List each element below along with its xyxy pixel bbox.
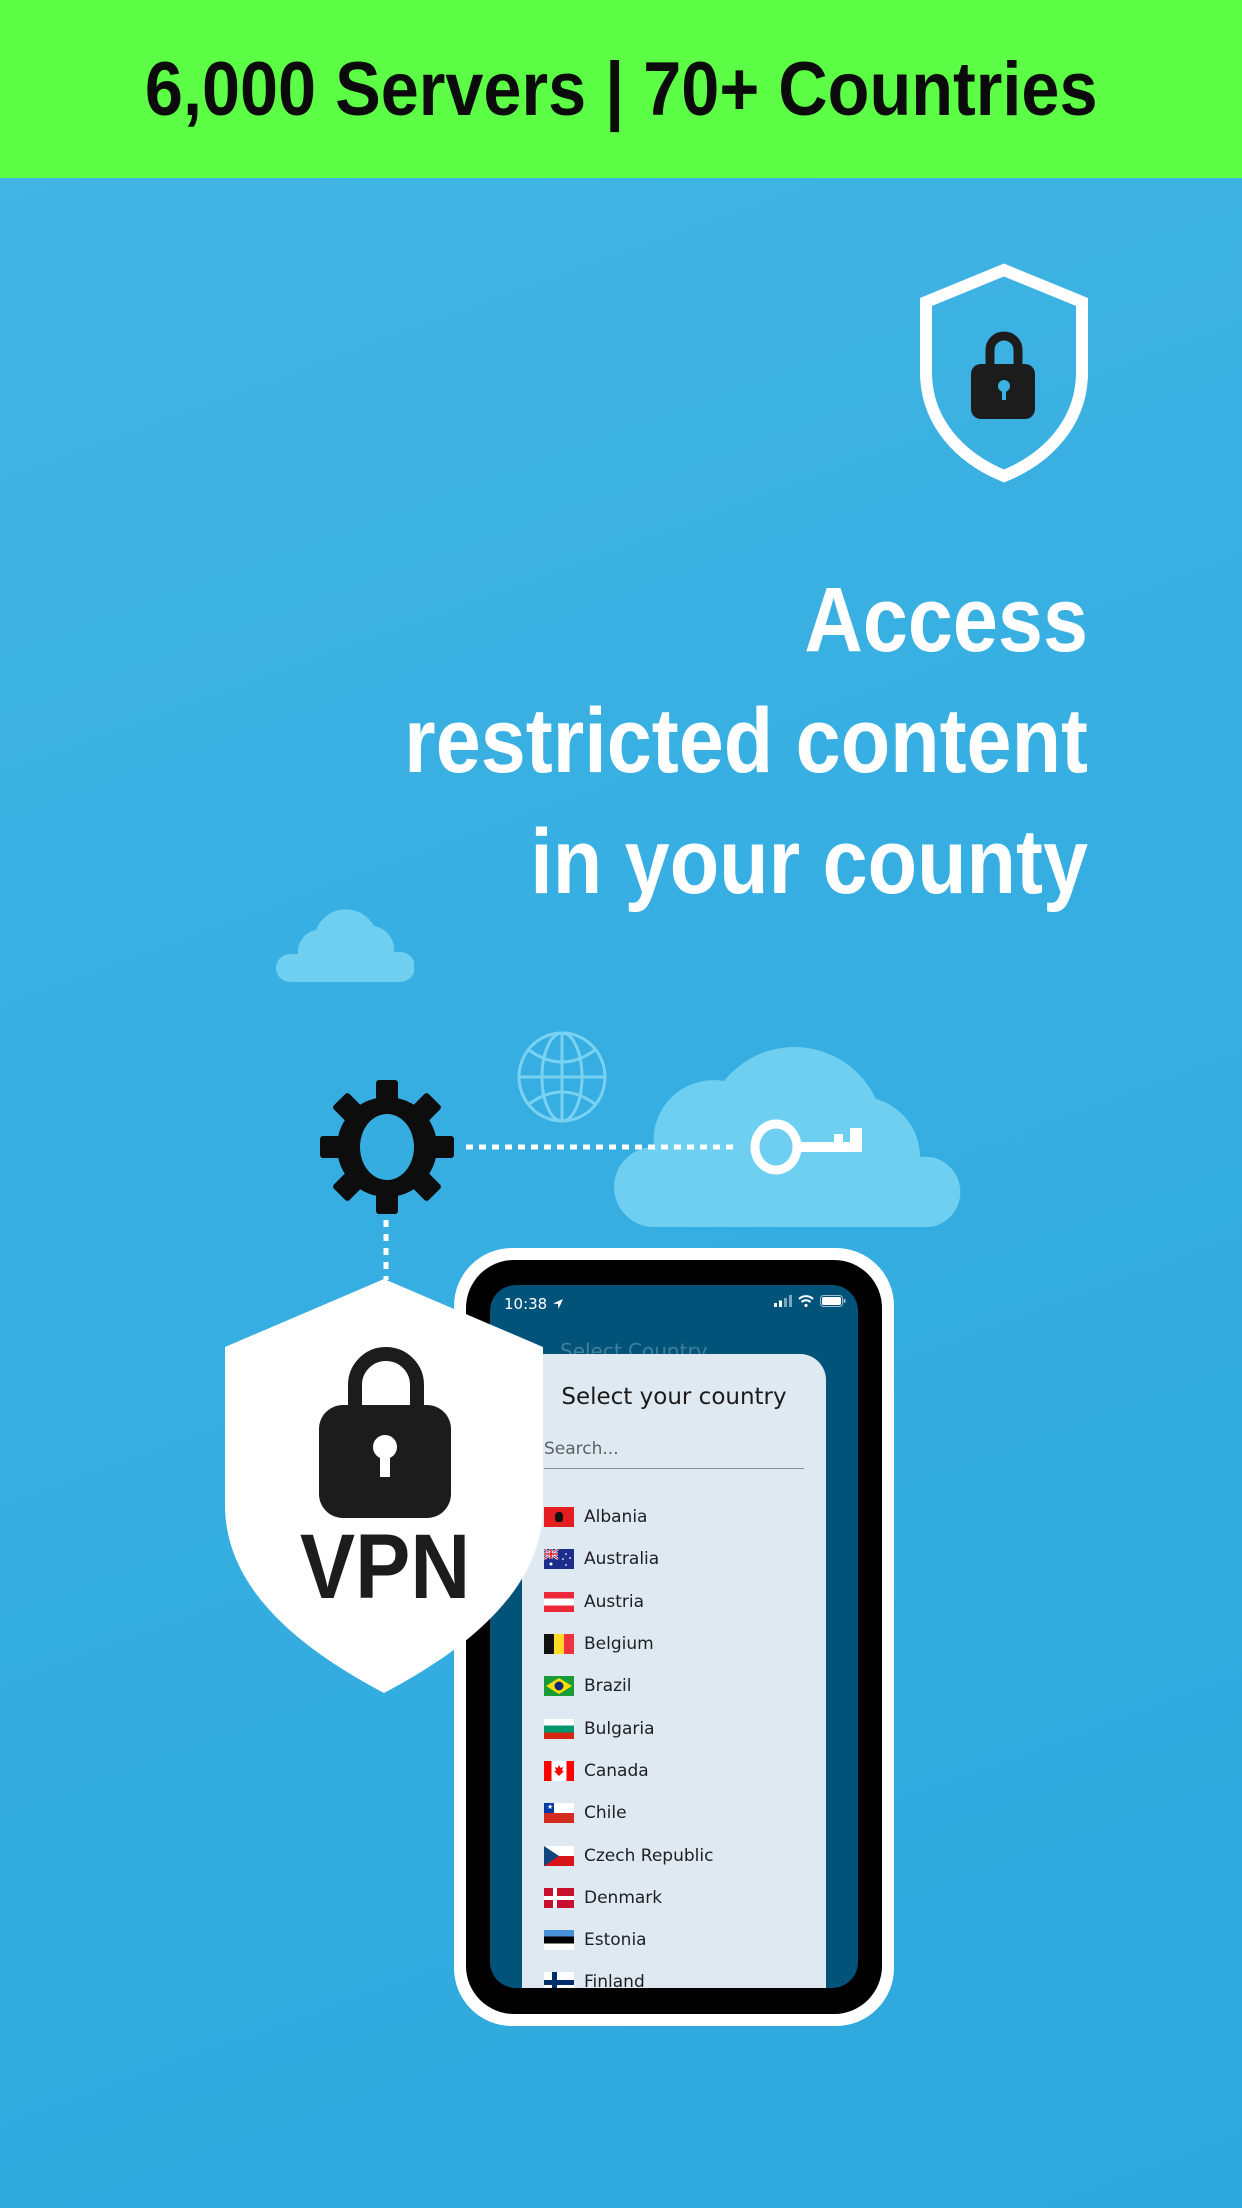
australia-flag-icon <box>544 1549 574 1570</box>
country-name: Finland <box>584 1972 645 1988</box>
albania-flag-icon <box>544 1507 574 1528</box>
brazil-flag-icon <box>544 1676 574 1697</box>
status-icons <box>774 1295 846 1307</box>
country-name: Australia <box>584 1549 660 1570</box>
finland-flag-icon <box>544 1972 574 1988</box>
belgium-flag-icon <box>544 1634 574 1655</box>
austria-flag-icon <box>544 1591 574 1612</box>
country-name: Austria <box>584 1591 645 1612</box>
country-name: Chile <box>584 1803 627 1824</box>
estonia-flag-icon <box>544 1930 574 1951</box>
headline-line-3: in your county <box>530 811 1088 913</box>
country-item-austria[interactable]: Austria <box>544 1581 826 1623</box>
czech-republic-flag-icon <box>544 1845 574 1866</box>
country-name: Brazil <box>584 1676 632 1697</box>
country-name: Estonia <box>584 1930 647 1951</box>
globe-icon <box>517 1031 607 1123</box>
country-selection-sheet: Select your country Albania <box>522 1354 826 1988</box>
country-item-czech-republic[interactable]: Czech Republic <box>544 1834 826 1876</box>
key-icon <box>750 1119 862 1175</box>
vpn-shield-icon: VPN <box>225 1275 545 1695</box>
signal-icon <box>774 1295 792 1307</box>
country-item-canada[interactable]: Canada <box>544 1750 826 1792</box>
top-banner: 6,000 Servers | 70+ Countries <box>0 0 1242 178</box>
connection-line <box>383 1220 389 1280</box>
sheet-title: Select your country <box>561 1384 787 1410</box>
connection-line <box>466 1144 736 1150</box>
country-name: Denmark <box>584 1887 663 1908</box>
chile-flag-icon: ★ <box>544 1803 574 1824</box>
bulgaria-flag-icon <box>544 1718 574 1739</box>
country-item-bulgaria[interactable]: Bulgaria <box>544 1707 826 1749</box>
banner-text: 6,000 Servers | 70+ Countries <box>144 46 1098 132</box>
country-item-australia[interactable]: Australia <box>544 1538 826 1580</box>
phone-screen: 10:38 Select Country Select your country… <box>490 1285 858 1988</box>
cloud-icon <box>276 909 414 982</box>
headline-line-1: Access <box>804 569 1088 671</box>
country-name: Canada <box>584 1760 649 1781</box>
gear-icon <box>320 1080 454 1214</box>
country-item-chile[interactable]: ★ Chile <box>544 1792 826 1834</box>
country-item-brazil[interactable]: Brazil <box>544 1665 826 1707</box>
country-name: Bulgaria <box>584 1718 655 1739</box>
country-name: Belgium <box>584 1634 654 1655</box>
country-name: Czech Republic <box>584 1845 714 1866</box>
wifi-icon <box>798 1295 814 1307</box>
country-item-denmark[interactable]: Denmark <box>544 1877 826 1919</box>
country-item-belgium[interactable]: Belgium <box>544 1623 826 1665</box>
shield-lock-icon <box>920 263 1088 483</box>
location-arrow-icon <box>553 1299 564 1309</box>
country-name: Albania <box>584 1507 648 1528</box>
canada-flag-icon <box>544 1760 574 1781</box>
denmark-flag-icon <box>544 1887 574 1908</box>
country-item-albania[interactable]: Albania <box>544 1496 826 1538</box>
headline-line-2: restricted content <box>404 690 1088 792</box>
headline: Access restricted content in your county <box>296 560 1088 923</box>
country-search-input[interactable] <box>544 1430 804 1469</box>
vpn-label: VPN <box>299 1516 471 1618</box>
status-bar: 10:38 <box>490 1285 858 1329</box>
country-item-finland[interactable]: Finland <box>544 1961 826 1988</box>
country-list: Albania Australia Austria Belgium Brazil… <box>544 1496 826 1988</box>
battery-icon <box>820 1295 846 1307</box>
country-item-estonia[interactable]: Estonia <box>544 1919 826 1961</box>
